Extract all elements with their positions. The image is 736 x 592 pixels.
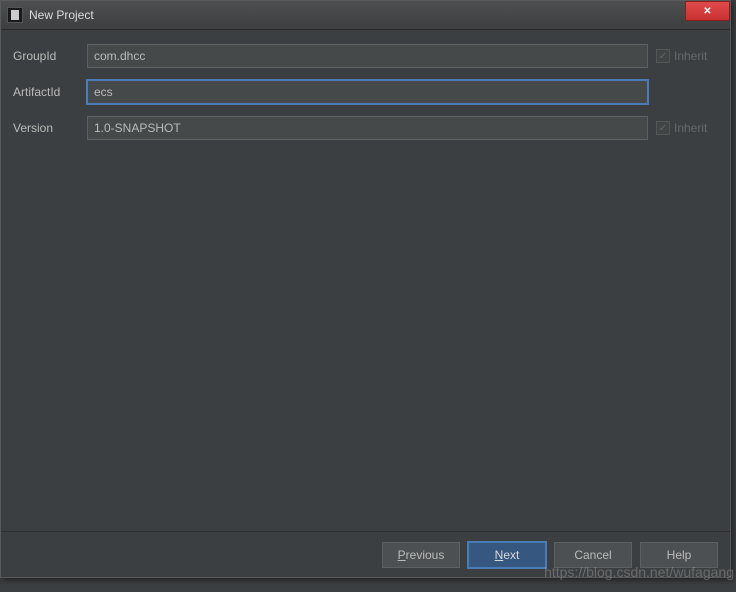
help-button-label: Help [667, 548, 692, 562]
new-project-dialog: New Project ✕ GroupId ✓ Inherit Artifact… [0, 0, 731, 578]
version-inherit: ✓ Inherit [656, 121, 718, 135]
previous-button-rest: revious [406, 548, 445, 562]
dialog-footer: Previous Next Cancel Help [1, 531, 730, 577]
version-inherit-checkbox[interactable]: ✓ [656, 121, 670, 135]
groupid-inherit-checkbox[interactable]: ✓ [656, 49, 670, 63]
dialog-content: GroupId ✓ Inherit ArtifactId Version ✓ I… [1, 30, 730, 531]
artifactid-label: ArtifactId [13, 85, 79, 99]
cancel-button[interactable]: Cancel [554, 542, 632, 568]
version-inherit-label: Inherit [674, 121, 707, 135]
groupid-input[interactable] [87, 44, 648, 68]
groupid-inherit: ✓ Inherit [656, 49, 718, 63]
window-title: New Project [29, 8, 94, 22]
cancel-button-label: Cancel [574, 548, 611, 562]
next-button[interactable]: Next [468, 542, 546, 568]
artifactid-row: ArtifactId [13, 80, 718, 104]
next-button-rest: ext [503, 548, 519, 562]
artifactid-input[interactable] [87, 80, 648, 104]
close-button[interactable]: ✕ [685, 1, 730, 21]
help-button[interactable]: Help [640, 542, 718, 568]
previous-button[interactable]: Previous [382, 542, 460, 568]
version-label: Version [13, 121, 79, 135]
titlebar[interactable]: New Project ✕ [1, 1, 730, 30]
version-row: Version ✓ Inherit [13, 116, 718, 140]
version-input[interactable] [87, 116, 648, 140]
groupid-label: GroupId [13, 49, 79, 63]
groupid-row: GroupId ✓ Inherit [13, 44, 718, 68]
groupid-inherit-label: Inherit [674, 49, 707, 63]
app-icon [7, 7, 23, 23]
close-icon: ✕ [703, 6, 711, 17]
